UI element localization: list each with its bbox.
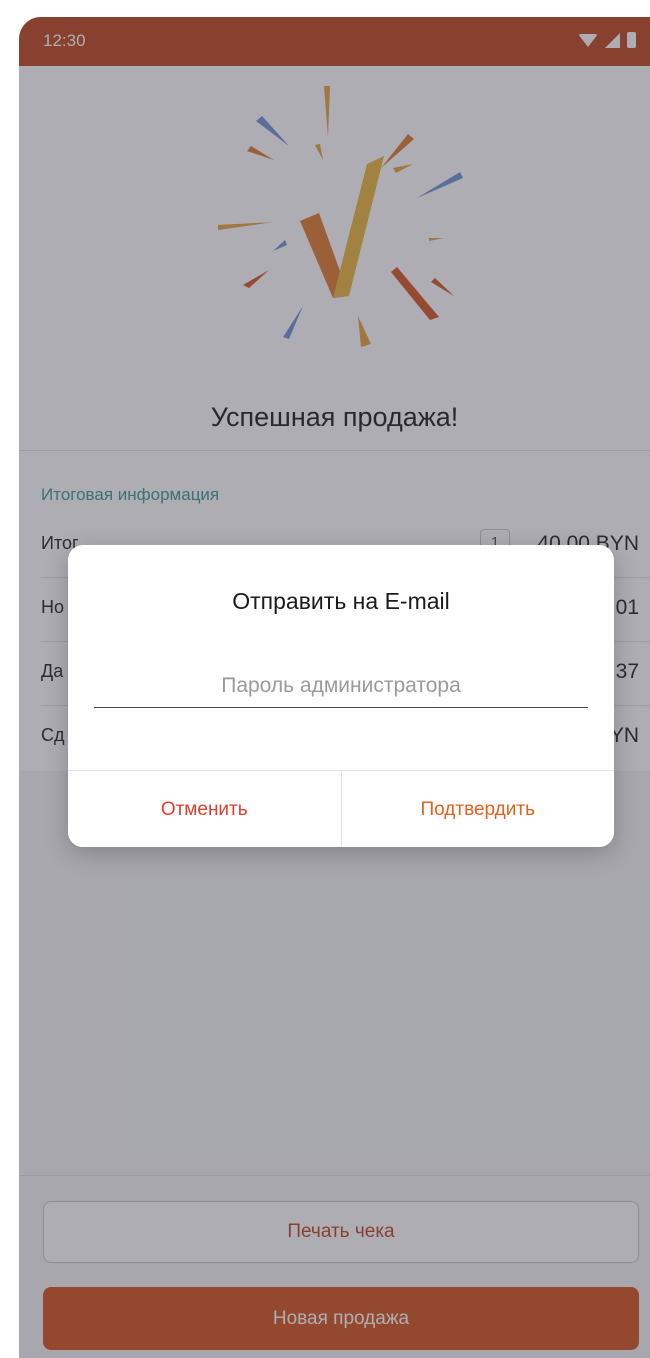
dialog-title: Отправить на E-mail [232, 588, 450, 614]
cancel-button[interactable]: Отменить [68, 771, 341, 847]
email-dialog: Отправить на E-mail Отменить Подтвердить [68, 545, 614, 847]
confirm-button[interactable]: Подтвердить [340, 771, 614, 847]
phone-screen: 12:30 Успешная продажа! Итоговая информа… [19, 17, 650, 1358]
dialog-actions: Отменить Подтвердить [68, 770, 614, 847]
admin-password-input[interactable] [94, 665, 588, 708]
